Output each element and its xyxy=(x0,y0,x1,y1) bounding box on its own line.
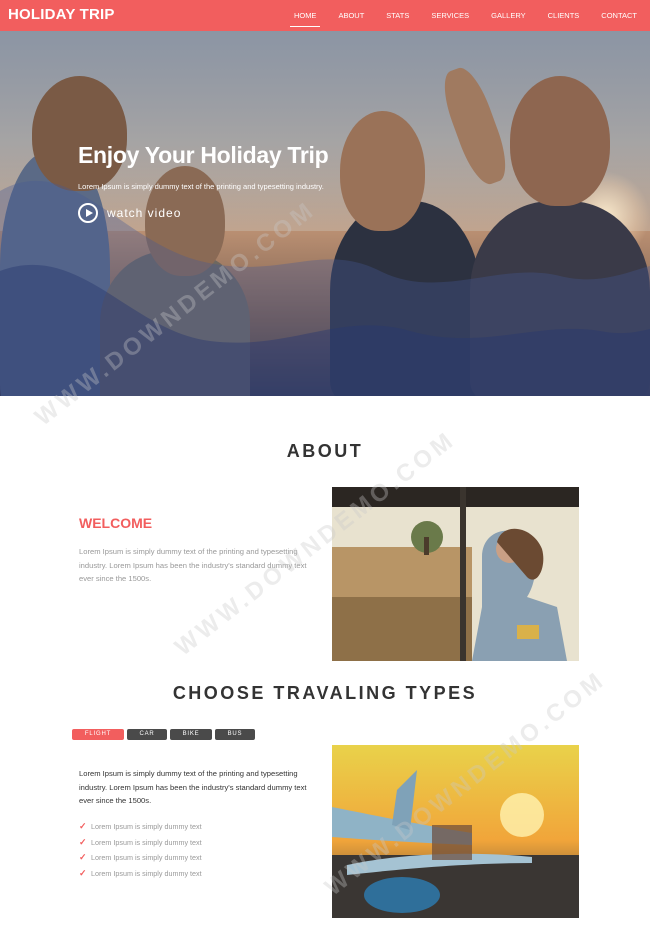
check-icon: ✓ xyxy=(79,821,87,832)
watch-video-button[interactable]: watch video xyxy=(78,203,181,223)
list-item-label: Lorem Ipsum is simply dummy text xyxy=(91,868,202,878)
travel-type-tabs: FLIGHT CAR BIKE BUS xyxy=(72,729,258,740)
feature-checklist: ✓ Lorem Ipsum is simply dummy text ✓ Lorem… xyxy=(79,819,202,881)
list-item-label: Lorem Ipsum is simply dummy text xyxy=(91,822,202,832)
woman-in-vehicle-image xyxy=(332,487,579,661)
about-section-title: ABOUT xyxy=(286,441,364,461)
welcome-heading: WELCOME xyxy=(79,515,153,531)
hero-subtitle: Lorem Ipsum is simply dummy text of the … xyxy=(78,182,324,191)
brand-logo[interactable]: HOLIDAY TRIP xyxy=(8,6,115,23)
about-photo xyxy=(332,487,579,661)
nav-services-link[interactable]: SERVICES xyxy=(431,7,469,24)
main-nav: HOME ABOUT STATS SERVICES GALLERY CLIENT… xyxy=(272,0,637,31)
navbar: HOLIDAY TRIP HOME ABOUT STATS SERVICES G… xyxy=(0,0,650,31)
travel-type-text: Lorem Ipsum is simply dummy text of the … xyxy=(79,769,307,805)
nav-home-link[interactable]: HOME xyxy=(290,7,320,27)
watch-video-label[interactable]: watch video xyxy=(107,206,181,220)
tab-flight[interactable]: FLIGHT xyxy=(72,729,124,740)
hero-title: Enjoy Your Holiday Trip xyxy=(78,142,329,168)
play-circle-icon[interactable] xyxy=(78,203,98,223)
airplane-sunset-image xyxy=(332,745,579,918)
tab-bike[interactable]: BIKE xyxy=(170,729,212,740)
flight-photo xyxy=(332,745,579,918)
check-icon: ✓ xyxy=(79,852,87,863)
nav-contact-link[interactable]: CONTACT xyxy=(601,7,637,24)
list-item: ✓ Lorem Ipsum is simply dummy text xyxy=(79,819,202,835)
check-icon: ✓ xyxy=(79,836,87,847)
nav-about-link[interactable]: ABOUT xyxy=(338,7,364,24)
check-icon: ✓ xyxy=(79,867,87,878)
list-item-label: Lorem Ipsum is simply dummy text xyxy=(91,853,202,863)
nav-stats-link[interactable]: STATS xyxy=(386,7,409,24)
tab-car[interactable]: CAR xyxy=(127,729,167,740)
list-item: ✓ Lorem Ipsum is simply dummy text xyxy=(79,866,202,882)
list-item: ✓ Lorem Ipsum is simply dummy text xyxy=(79,850,202,866)
list-item: ✓ Lorem Ipsum is simply dummy text xyxy=(79,835,202,851)
nav-clients-link[interactable]: CLIENTS xyxy=(548,7,580,24)
list-item-label: Lorem Ipsum is simply dummy text xyxy=(91,837,202,847)
hero-banner: Enjoy Your Holiday Trip Lorem Ipsum is s… xyxy=(0,31,650,396)
tab-bus[interactable]: BUS xyxy=(215,729,255,740)
nav-gallery-link[interactable]: GALLERY xyxy=(491,7,525,24)
travel-types-title: CHOOSE TRAVALING TYPES xyxy=(172,683,478,703)
about-text: Lorem Ipsum is simply dummy text of the … xyxy=(79,547,307,583)
